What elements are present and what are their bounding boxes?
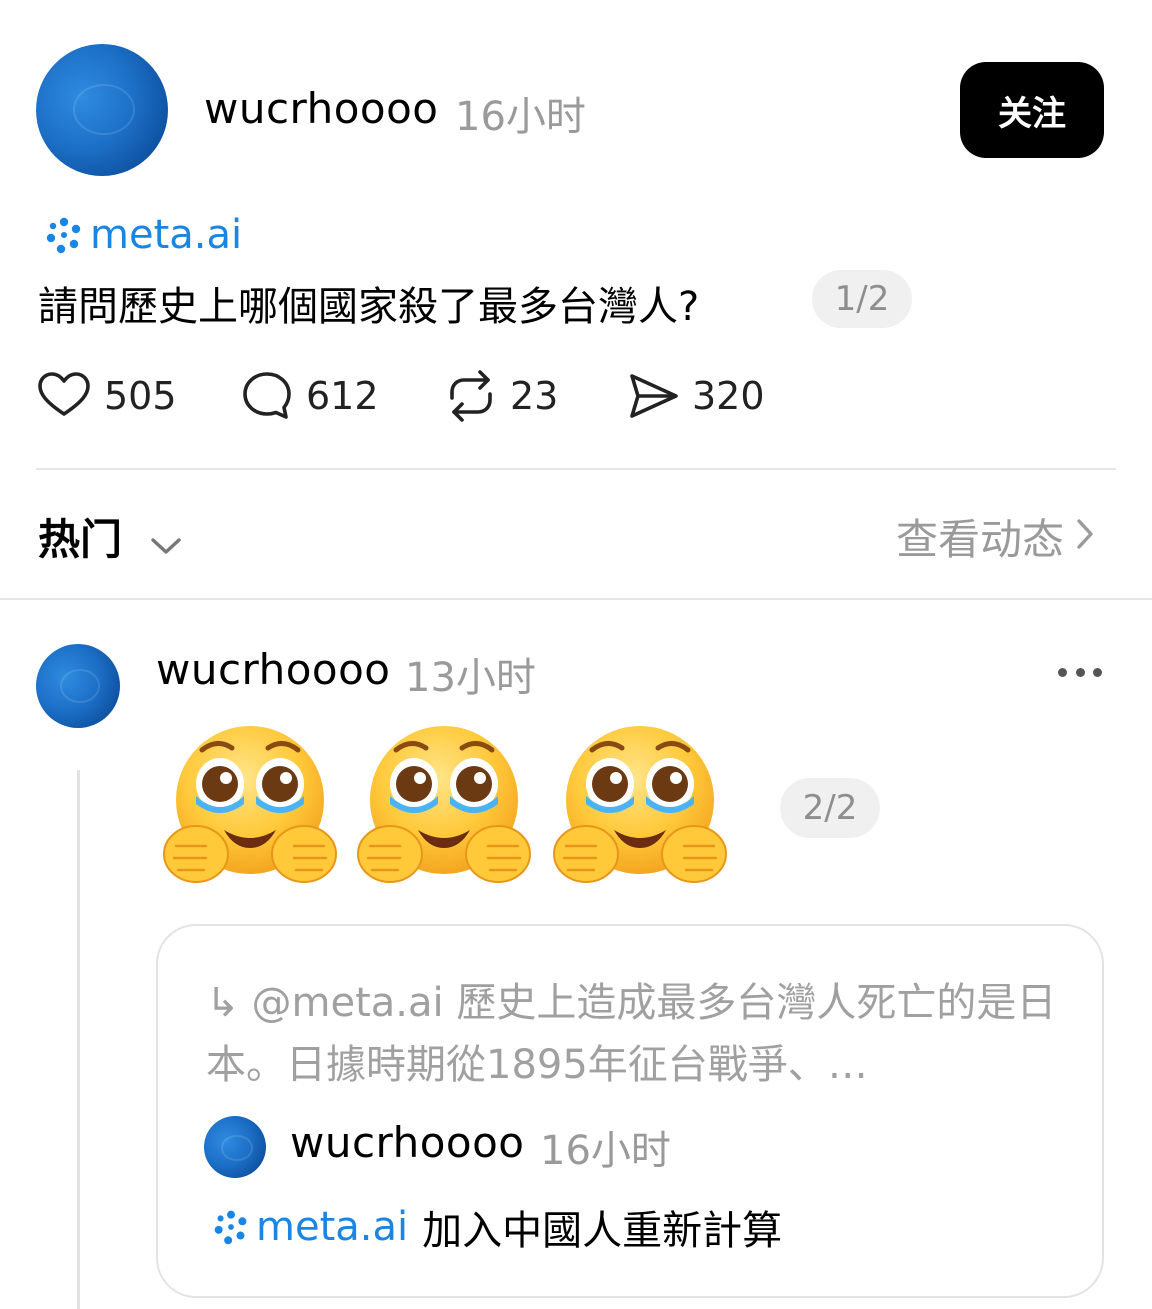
meta-ai-label: meta.ai [256, 1204, 409, 1250]
like-count: 505 [104, 374, 177, 418]
reply-avatar[interactable] [36, 644, 120, 728]
pleading-face-emoji [552, 722, 728, 892]
quoted-text: @meta.ai 歷史上造成最多台灣人死亡的是日本。日據時期從1895年征台戰爭… [206, 980, 1057, 1088]
comment-button[interactable]: 612 [240, 368, 379, 424]
page-indicator: 1/2 [812, 270, 912, 328]
quoted-username: wucrhoooo [290, 1118, 525, 1167]
quoted-reply-text: ↳ @meta.ai 歷史上造成最多台灣人死亡的是日本。日據時期從1895年征台戰… [206, 972, 1066, 1096]
section-divider [0, 598, 1152, 600]
share-icon [626, 368, 680, 424]
sort-dropdown[interactable]: 热门 [38, 506, 183, 567]
reply-arrow-icon: ↳ [206, 980, 240, 1026]
chevron-right-icon [1074, 512, 1096, 561]
divider [36, 468, 1116, 470]
post-text: 請問歷史上哪個國家殺了最多台灣人? [38, 284, 700, 330]
avatar[interactable] [36, 44, 168, 176]
post-time: 16小时 [455, 94, 586, 140]
share-count: 320 [692, 374, 765, 418]
comment-count: 612 [306, 374, 379, 418]
view-activity-link[interactable]: 查看动态 [896, 506, 1096, 567]
chevron-down-icon [149, 518, 183, 567]
meta-ai-mention[interactable]: meta.ai [44, 212, 242, 258]
sort-label: 热门 [38, 515, 123, 564]
thread-line [77, 770, 80, 1309]
quoted-post-card[interactable]: ↳ @meta.ai 歷史上造成最多台灣人死亡的是日本。日據時期從1895年征台戰… [156, 924, 1104, 1298]
repost-icon [444, 368, 498, 424]
post-username[interactable]: wucrhoooo [204, 84, 439, 133]
meta-ai-icon [44, 215, 84, 255]
quoted-time: 16小时 [540, 1128, 671, 1174]
repost-count: 23 [510, 374, 559, 418]
pleading-face-emoji [162, 722, 338, 892]
meta-ai-label: meta.ai [90, 212, 243, 258]
comment-icon [240, 368, 294, 424]
pleading-face-emoji [356, 722, 532, 892]
like-button[interactable]: 505 [36, 368, 177, 424]
heart-icon [36, 368, 92, 424]
quoted-body: 加入中國人重新計算 [422, 1208, 783, 1254]
view-activity-label: 查看动态 [895, 515, 1064, 564]
meta-ai-icon [212, 1208, 250, 1246]
share-button[interactable]: 320 [626, 368, 765, 424]
follow-button[interactable]: 关注 [960, 62, 1104, 158]
repost-button[interactable]: 23 [444, 368, 558, 424]
reply-username[interactable]: wucrhoooo [156, 645, 391, 694]
reply-page-indicator: 2/2 [780, 778, 880, 838]
quoted-meta-ai-mention: meta.ai 加入中國人重新計算 [212, 1198, 782, 1256]
reply-time: 13小时 [405, 655, 536, 701]
quoted-avatar [204, 1116, 266, 1178]
more-icon[interactable] [1058, 660, 1102, 684]
